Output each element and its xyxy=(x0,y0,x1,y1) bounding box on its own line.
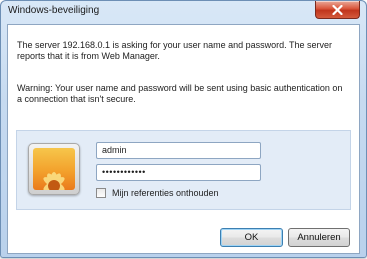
remember-checkbox[interactable] xyxy=(96,188,106,198)
dialog-body: The server 192.168.0.1 is asking for you… xyxy=(7,24,360,254)
close-icon xyxy=(332,4,343,15)
title-bar[interactable]: Windows-beveiliging xyxy=(1,1,366,21)
username-field[interactable]: admin xyxy=(96,142,261,159)
flower-user-tile-icon xyxy=(33,148,75,190)
login-dialog-window: Windows-beveiliging The server 192.168.0… xyxy=(0,0,367,258)
close-button[interactable] xyxy=(315,1,360,19)
remember-credentials[interactable]: Mijn referenties onthouden xyxy=(96,187,219,199)
credential-panel: admin •••••••••••• Mijn referenties onth… xyxy=(16,130,351,210)
server-message: The server 192.168.0.1 is asking for you… xyxy=(17,40,332,61)
ok-button[interactable]: OK xyxy=(220,228,283,247)
user-tile xyxy=(28,143,80,195)
warning-message: Warning: Your user name and password wil… xyxy=(17,83,343,104)
remember-label: Mijn referenties onthouden xyxy=(112,188,219,198)
cancel-button[interactable]: Annuleren xyxy=(288,228,350,247)
password-field[interactable]: •••••••••••• xyxy=(96,164,261,181)
window-title: Windows-beveiliging xyxy=(8,5,100,16)
